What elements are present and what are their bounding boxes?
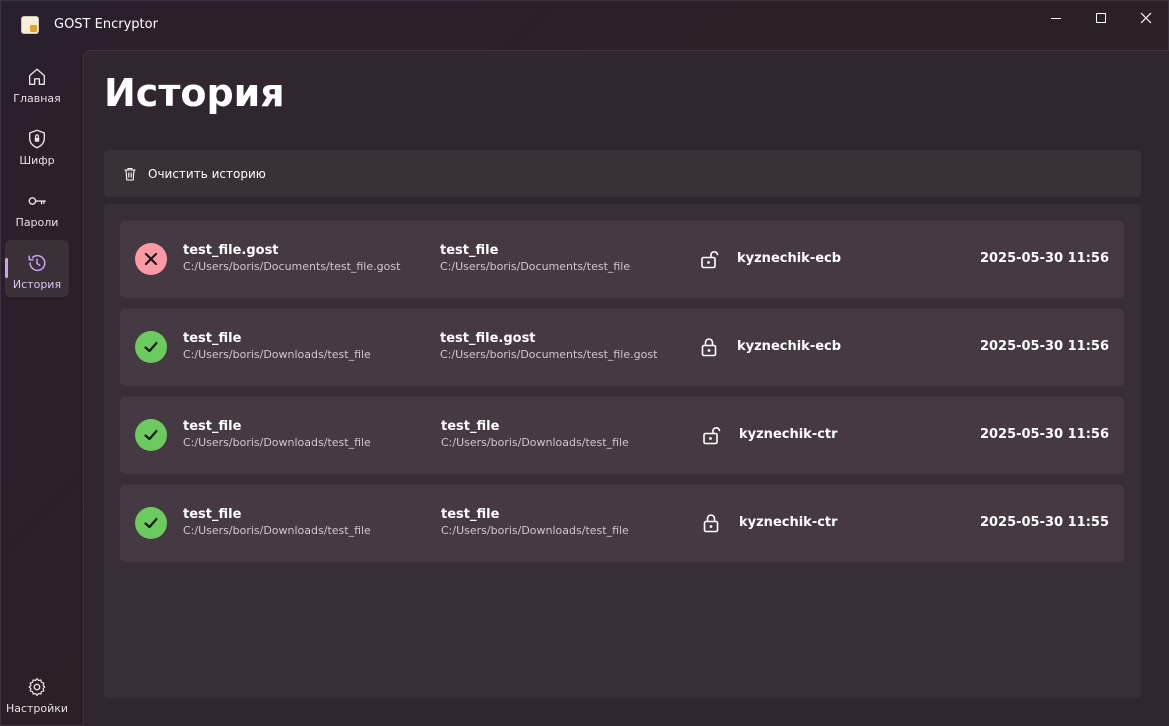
algorithm-label: kyznechik-ctr — [739, 427, 838, 442]
target-file-path: C:/Users/boris/Downloads/test_file — [441, 436, 629, 449]
target-file: test_file C:/Users/boris/Downloads/test_… — [441, 507, 629, 537]
sidebar-item-passwords[interactable]: Пароли — [5, 178, 69, 235]
main-content: История Очистить историю test_file.gost … — [83, 50, 1169, 726]
algorithm-label: kyznechik-ctr — [739, 515, 838, 530]
lock-icon — [703, 514, 719, 533]
sidebar-item-cipher[interactable]: Шифр — [5, 116, 69, 173]
close-icon — [1140, 12, 1152, 24]
unlock-icon — [701, 251, 719, 269]
timestamp: 2025-05-30 11:56 — [979, 427, 1109, 442]
sidebar-item-label: Шифр — [19, 154, 55, 167]
target-file: test_file.gost C:/Users/boris/Documents/… — [440, 331, 657, 361]
history-icon — [28, 255, 46, 272]
success-status-badge — [135, 507, 167, 539]
history-row[interactable]: test_file C:/Users/boris/Downloads/test_… — [120, 485, 1124, 562]
source-file: test_file C:/Users/boris/Downloads/test_… — [183, 507, 371, 537]
target-file: test_file C:/Users/boris/Documents/test_… — [440, 243, 630, 273]
source-file: test_file C:/Users/boris/Downloads/test_… — [183, 331, 371, 361]
trash-icon — [124, 167, 136, 181]
home-icon — [28, 68, 46, 86]
algorithm-label: kyznechik-ecb — [737, 251, 842, 266]
timestamp: 2025-05-30 11:56 — [979, 251, 1109, 266]
sidebar-item-settings[interactable]: Настройки — [5, 664, 69, 721]
source-file-name: test_file — [183, 507, 242, 522]
key-icon — [28, 197, 46, 205]
source-file: test_file C:/Users/boris/Downloads/test_… — [183, 419, 371, 449]
source-file-name: test_file — [183, 331, 242, 346]
source-file-path: C:/Users/boris/Downloads/test_file — [183, 348, 371, 361]
source-file-name: test_file — [183, 419, 242, 434]
shield-lock-icon — [28, 129, 46, 149]
source-file-path: C:/Users/boris/Downloads/test_file — [183, 436, 371, 449]
target-file-name: test_file — [441, 507, 500, 522]
target-file-path: C:/Users/boris/Downloads/test_file — [441, 524, 629, 537]
gear-icon — [28, 677, 46, 697]
target-file-path: C:/Users/boris/Documents/test_file — [440, 260, 631, 273]
success-status-badge — [135, 419, 167, 451]
clear-history-label: Очистить историю — [148, 166, 266, 181]
close-button[interactable] — [1123, 1, 1169, 35]
window-title: GOST Encryptor — [54, 17, 158, 32]
maximize-button[interactable] — [1078, 1, 1124, 35]
sidebar-item-label: Главная — [13, 92, 61, 105]
history-row[interactable]: test_file.gost C:/Users/boris/Documents/… — [120, 221, 1124, 298]
error-x-icon — [144, 252, 158, 266]
history-row[interactable]: test_file C:/Users/boris/Downloads/test_… — [120, 397, 1124, 474]
success-status-badge — [135, 331, 167, 363]
source-file-name: test_file.gost — [183, 243, 279, 258]
timestamp: 2025-05-30 11:55 — [979, 515, 1109, 530]
checkmark-icon — [144, 429, 158, 441]
algorithm-label: kyznechik-ecb — [737, 339, 842, 354]
target-file-name: test_file.gost — [440, 331, 536, 346]
source-file-path: C:/Users/boris/Downloads/test_file — [183, 524, 371, 537]
sidebar-item-history[interactable]: История — [5, 240, 69, 297]
checkmark-icon — [144, 517, 158, 529]
source-file: test_file.gost C:/Users/boris/Documents/… — [183, 243, 400, 273]
app-window: GOST Encryptor Главная Шифр Пароли Истор… — [0, 0, 1169, 726]
maximize-icon — [1096, 13, 1106, 23]
sidebar-item-home[interactable]: Главная — [5, 54, 69, 111]
app-logo-icon — [21, 16, 39, 34]
target-file-name: test_file — [440, 243, 499, 258]
clear-history-button[interactable]: Очистить историю — [104, 150, 1141, 197]
timestamp: 2025-05-30 11:56 — [979, 339, 1109, 354]
sidebar-item-label: Настройки — [5, 702, 69, 715]
history-list: test_file.gost C:/Users/boris/Documents/… — [104, 204, 1141, 698]
title-bar: GOST Encryptor — [1, 1, 1169, 49]
source-file-path: C:/Users/boris/Documents/test_file.gost — [183, 260, 401, 273]
error-status-badge — [135, 243, 167, 275]
page-title: История — [104, 71, 285, 115]
target-file-path: C:/Users/boris/Documents/test_file.gost — [440, 348, 658, 361]
target-file: test_file C:/Users/boris/Downloads/test_… — [441, 419, 629, 449]
sidebar-item-label: История — [12, 278, 62, 291]
unlock-icon — [703, 427, 721, 445]
minimize-icon — [1051, 17, 1061, 19]
sidebar-item-label: Пароли — [15, 216, 59, 229]
minimize-button[interactable] — [1033, 1, 1079, 35]
target-file-name: test_file — [441, 419, 500, 434]
history-row[interactable]: test_file C:/Users/boris/Downloads/test_… — [120, 309, 1124, 386]
lock-icon — [701, 338, 717, 357]
checkmark-icon — [144, 341, 158, 353]
